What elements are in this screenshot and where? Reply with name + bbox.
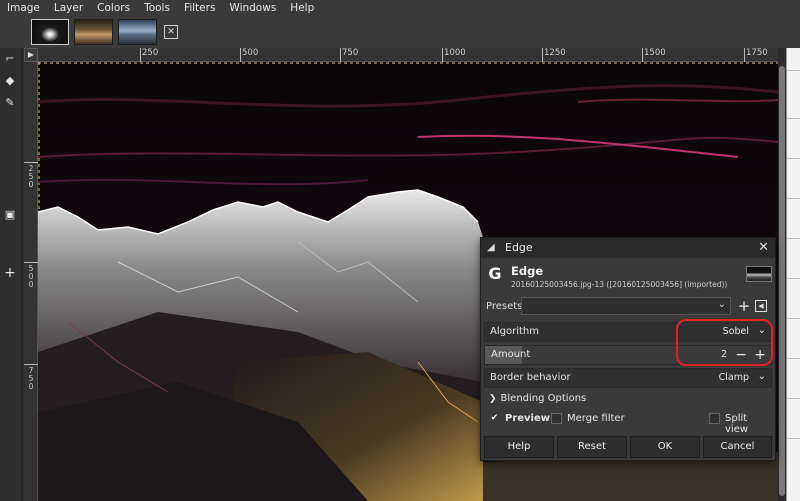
menu-filters[interactable]: Filters <box>177 0 222 16</box>
ruler-label: 5 0 0 <box>28 264 34 289</box>
split-view-checkbox[interactable] <box>709 413 720 424</box>
dialog-title: Edge <box>505 241 533 254</box>
dock-divider <box>787 318 800 319</box>
chevron-down-icon: ⌄ <box>717 299 726 310</box>
amount-slider[interactable]: Amount 2 − + <box>484 345 772 365</box>
ruler-label: 2 5 0 <box>28 164 34 189</box>
ruler-tick <box>24 162 38 163</box>
ruler-label: 1000 <box>444 48 466 58</box>
menu-help[interactable]: Help <box>283 0 321 16</box>
close-icon[interactable]: ✕ <box>758 240 769 256</box>
dock-divider <box>787 70 800 71</box>
ruler-label: 500 <box>242 48 259 58</box>
menu-windows[interactable]: Windows <box>222 0 283 16</box>
image-tab-mountains[interactable] <box>118 19 157 45</box>
dock-divider <box>787 198 800 199</box>
image-tabs-bar: ✕ <box>0 16 800 48</box>
eraser-tool-icon[interactable]: ◆ <box>2 74 18 88</box>
dock-divider <box>787 398 800 399</box>
edge-filter-dialog: ◢ Edge ✕ G Edge 20160125003456.jpg-13 ([… <box>480 237 776 461</box>
decrement-icon[interactable]: − <box>735 346 747 364</box>
dock-divider <box>787 358 800 359</box>
menu-image[interactable]: Image <box>0 0 47 16</box>
ruler-label: 1500 <box>644 48 666 58</box>
border-behavior-label: Border behavior <box>490 372 571 383</box>
algorithm-label: Algorithm <box>490 326 539 337</box>
dock-panel-icon[interactable]: ▣ <box>2 208 18 222</box>
ruler-label: 7 5 0 <box>28 366 34 391</box>
ruler-tick <box>24 364 38 365</box>
preview-checkbox[interactable]: ✔ <box>489 413 500 424</box>
algorithm-value: Sobel <box>722 326 749 337</box>
gegl-icon: G <box>488 264 502 283</box>
split-view-label: Split view <box>725 413 749 435</box>
dock-divider <box>787 278 800 279</box>
menu-layer[interactable]: Layer <box>47 0 90 16</box>
chevron-down-icon: ⌄ <box>757 371 766 382</box>
menu-bar: Image Layer Colors Tools Filters Windows… <box>0 0 800 16</box>
menu-tools[interactable]: Tools <box>137 0 177 16</box>
gimp-wilber-icon: ◢ <box>487 242 495 253</box>
cancel-button[interactable]: Cancel <box>703 436 772 458</box>
dock-divider <box>787 118 800 119</box>
toolbox: ⌐ ◆ ✎ ▣ + <box>0 48 22 501</box>
help-button[interactable]: Help <box>484 436 554 458</box>
chevron-right-icon: ❯ <box>489 394 497 404</box>
ruler-corner-toggle[interactable]: ▶ <box>24 48 38 62</box>
merge-filter-label: Merge filter <box>567 413 625 424</box>
chevron-down-icon: ⌄ <box>757 325 766 336</box>
border-behavior-dropdown[interactable]: Border behavior Clamp ⌄ <box>484 368 772 388</box>
ruler-label: 750 <box>342 48 359 58</box>
crop-tool-icon[interactable]: ⌐ <box>2 52 18 66</box>
dock-divider <box>787 238 800 239</box>
layer-thumbnail <box>746 266 772 282</box>
merge-filter-checkbox[interactable] <box>551 413 562 424</box>
preset-menu-icon[interactable]: ◀ <box>755 300 767 312</box>
add-preset-icon[interactable]: + <box>737 297 751 315</box>
dialog-header: G Edge 20160125003456.jpg-13 ([201601250… <box>481 258 775 294</box>
presets-dropdown[interactable]: ⌄ <box>521 297 731 315</box>
amount-label: Amount <box>491 349 531 360</box>
presets-label: Presets: <box>486 301 526 312</box>
menu-colors[interactable]: Colors <box>90 0 137 16</box>
image-tab-portrait-bw[interactable] <box>31 19 69 45</box>
ruler-label: 1750 <box>746 48 768 58</box>
horizontal-ruler: 250 500 750 1000 1250 1500 1750 <box>38 48 778 62</box>
vertical-ruler: 2 5 0 5 0 0 7 5 0 <box>24 62 38 501</box>
dialog-titlebar[interactable]: ◢ Edge ✕ <box>481 238 775 258</box>
dock-divider <box>787 438 800 439</box>
filter-name: Edge <box>511 264 544 278</box>
image-tab-portrait-color[interactable] <box>74 19 113 45</box>
image-source-label: 20160125003456.jpg-13 ([20160125003456] … <box>511 280 728 289</box>
vertical-scrollbar[interactable] <box>778 62 786 501</box>
dock-divider <box>787 158 800 159</box>
border-behavior-value: Clamp <box>718 372 749 383</box>
color-picker-icon[interactable]: ✎ <box>2 96 18 110</box>
right-dock-panel <box>786 48 800 501</box>
preview-label: Preview <box>505 413 551 424</box>
close-tab-icon[interactable]: ✕ <box>164 25 178 39</box>
amount-value[interactable]: 2 <box>721 349 727 360</box>
scrollbar-thumb[interactable] <box>779 66 785 496</box>
dialog-checkboxes: ✔ Preview Merge filter Split view <box>489 413 773 435</box>
ruler-tick <box>24 262 38 263</box>
blending-options-label: Blending Options <box>500 393 587 404</box>
ruler-label: 1250 <box>544 48 566 58</box>
add-tool-icon[interactable]: + <box>2 266 18 280</box>
dialog-button-row: Help Reset OK Cancel <box>484 436 772 458</box>
algorithm-dropdown[interactable]: Algorithm Sobel ⌄ <box>484 322 772 342</box>
ruler-label: 250 <box>142 48 159 58</box>
reset-button[interactable]: Reset <box>557 436 627 458</box>
blending-options-expander[interactable]: ❯ Blending Options <box>489 393 586 404</box>
ok-button[interactable]: OK <box>630 436 700 458</box>
increment-icon[interactable]: + <box>754 346 766 364</box>
